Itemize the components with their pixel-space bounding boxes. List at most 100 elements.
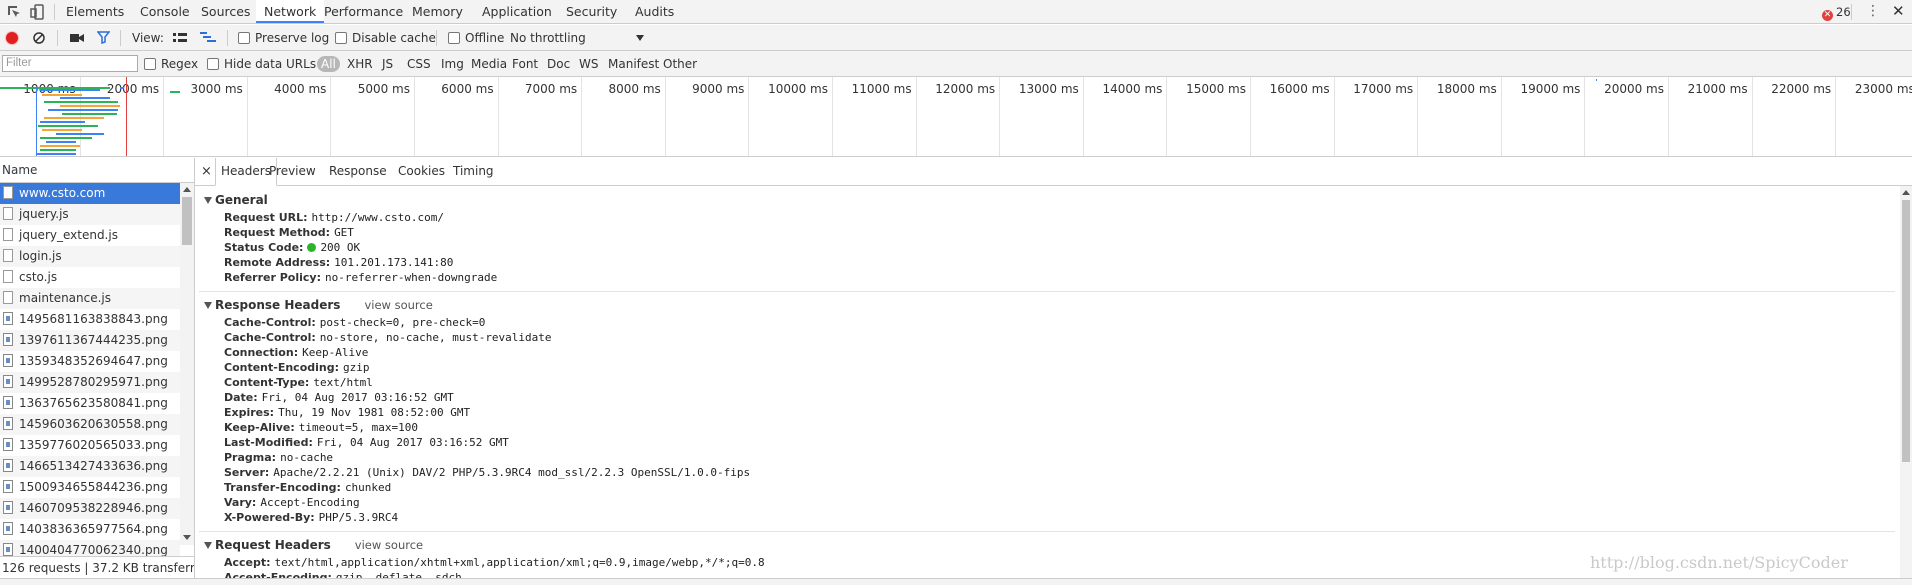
request-row[interactable]: maintenance.js bbox=[0, 288, 180, 309]
checkbox-box[interactable] bbox=[448, 32, 460, 44]
clear-icon[interactable] bbox=[33, 32, 45, 44]
overview-bar bbox=[1596, 79, 1597, 81]
header-row: X-Powered-By: PHP/5.3.9RC4 bbox=[195, 510, 1895, 525]
detail-tab-response[interactable]: Response bbox=[324, 158, 392, 185]
header-value: 101.201.173.141:80 bbox=[334, 256, 454, 269]
filter-type-xhr[interactable]: XHR bbox=[347, 51, 373, 77]
checkbox-box[interactable] bbox=[238, 32, 250, 44]
checkbox-box[interactable] bbox=[335, 32, 347, 44]
filter-input[interactable]: Filter bbox=[2, 55, 138, 72]
request-row[interactable]: 1500934655844236.png bbox=[0, 477, 180, 498]
request-row[interactable]: 1359348352694647.png bbox=[0, 351, 180, 372]
request-headers-section-header[interactable]: Request Headers view source bbox=[195, 535, 1895, 555]
view-source-link[interactable]: view source bbox=[355, 538, 423, 552]
request-row[interactable]: www.csto.com bbox=[0, 183, 180, 204]
request-row[interactable]: 1495681163838843.png bbox=[0, 309, 180, 330]
tab-application[interactable]: Application bbox=[474, 0, 560, 23]
request-name: 1359348352694647.png bbox=[19, 354, 168, 368]
tick-line bbox=[1668, 77, 1669, 156]
request-row[interactable]: jquery_extend.js bbox=[0, 225, 180, 246]
request-row[interactable]: 1400404770062340.png bbox=[0, 540, 180, 556]
request-row[interactable]: login.js bbox=[0, 246, 180, 267]
regex-checkbox[interactable]: Regex bbox=[144, 51, 198, 77]
request-row[interactable]: 1363765623580841.png bbox=[0, 393, 180, 414]
error-count-badge[interactable]: ✕ 26 bbox=[1822, 4, 1851, 21]
tab-console[interactable]: Console bbox=[132, 0, 198, 23]
request-row[interactable]: 1499528780295971.png bbox=[0, 372, 180, 393]
inspect-element-icon[interactable] bbox=[6, 4, 22, 20]
overview-bar bbox=[42, 129, 82, 131]
filter-type-other[interactable]: Other bbox=[663, 51, 697, 77]
capture-screenshots-icon[interactable] bbox=[70, 33, 84, 43]
view-source-link[interactable]: view source bbox=[364, 298, 432, 312]
scroll-up-icon[interactable] bbox=[1902, 190, 1910, 195]
close-devtools-icon[interactable]: ✕ bbox=[1892, 2, 1905, 20]
filter-type-media[interactable]: Media bbox=[471, 51, 507, 77]
tab-memory[interactable]: Memory bbox=[404, 0, 471, 23]
checkbox-box[interactable] bbox=[207, 58, 219, 70]
header-value: post-check=0, pre-check=0 bbox=[319, 316, 486, 329]
request-row[interactable]: 1359776020565033.png bbox=[0, 435, 180, 456]
disable-cache-checkbox[interactable]: Disable cache bbox=[335, 25, 436, 51]
overview-bar bbox=[38, 125, 98, 127]
header-name: Expires: bbox=[224, 406, 275, 419]
request-row[interactable]: jquery.js bbox=[0, 204, 180, 225]
tab-security[interactable]: Security bbox=[558, 0, 625, 23]
filter-type-img[interactable]: Img bbox=[441, 51, 464, 77]
tick-line bbox=[1584, 77, 1586, 156]
detail-tab-preview[interactable]: Preview bbox=[264, 158, 321, 185]
throttling-select[interactable]: No throttling bbox=[510, 25, 645, 51]
name-column-header[interactable]: Name bbox=[0, 158, 194, 183]
preserve-log-checkbox[interactable]: Preserve log bbox=[238, 25, 329, 51]
filter-type-css[interactable]: CSS bbox=[407, 51, 431, 77]
image-file-icon bbox=[3, 522, 13, 535]
device-toolbar-icon[interactable] bbox=[30, 4, 46, 20]
request-name: jquery_extend.js bbox=[19, 228, 118, 242]
record-button[interactable] bbox=[6, 32, 18, 44]
request-row[interactable]: csto.js bbox=[0, 267, 180, 288]
header-name: Request URL: bbox=[224, 211, 308, 224]
filter-type-doc[interactable]: Doc bbox=[547, 51, 570, 77]
scroll-up-icon[interactable] bbox=[183, 187, 191, 192]
details-scroll-thumb[interactable] bbox=[1902, 200, 1910, 462]
request-row[interactable]: 1466513427433636.png bbox=[0, 456, 180, 477]
tab-elements[interactable]: Elements bbox=[58, 0, 132, 23]
large-rows-icon[interactable] bbox=[173, 33, 187, 43]
filter-type-manifest[interactable]: Manifest bbox=[608, 51, 659, 77]
request-row[interactable]: 1460709538228946.png bbox=[0, 498, 180, 519]
hide-data-urls-label: Hide data URLs bbox=[224, 57, 317, 71]
network-overview[interactable]: 1000 ms2000 ms3000 ms4000 ms5000 ms6000 … bbox=[0, 77, 1912, 157]
filter-type-all[interactable]: All bbox=[317, 56, 340, 72]
request-row[interactable]: 1459603620630558.png bbox=[0, 414, 180, 435]
tab-sources[interactable]: Sources bbox=[193, 0, 258, 23]
request-row[interactable]: 1403836365977564.png bbox=[0, 519, 180, 540]
filter-type-js[interactable]: JS bbox=[382, 51, 393, 77]
general-section-header[interactable]: General bbox=[195, 190, 1895, 210]
detail-tab-cookies[interactable]: Cookies bbox=[393, 158, 450, 185]
request-name: jquery.js bbox=[19, 207, 69, 221]
tab-audits[interactable]: Audits bbox=[627, 0, 682, 23]
overview-marker bbox=[126, 77, 127, 156]
close-detail-icon[interactable]: × bbox=[196, 158, 217, 185]
request-list-scroll-thumb[interactable] bbox=[182, 197, 192, 245]
waterfall-view-icon[interactable] bbox=[200, 32, 216, 44]
offline-checkbox[interactable]: Offline bbox=[448, 25, 504, 51]
header-name: Content-Encoding: bbox=[224, 361, 340, 374]
hide-data-urls-checkbox[interactable]: Hide data URLs bbox=[207, 51, 316, 77]
request-name: 1466513427433636.png bbox=[19, 459, 168, 473]
header-row: Request Method: GET bbox=[195, 225, 1895, 240]
scroll-down-icon[interactable] bbox=[183, 535, 191, 540]
overview-bar bbox=[62, 113, 117, 115]
filter-type-ws[interactable]: WS bbox=[579, 51, 598, 77]
filter-type-font[interactable]: Font bbox=[512, 51, 538, 77]
request-row[interactable]: 1397611367444235.png bbox=[0, 330, 180, 351]
checkbox-box[interactable] bbox=[144, 58, 156, 70]
header-row: Content-Encoding: gzip bbox=[195, 360, 1895, 375]
tab-network[interactable]: Network bbox=[256, 0, 325, 23]
detail-tab-timing[interactable]: Timing bbox=[448, 158, 499, 185]
more-options-icon[interactable]: ⋮ bbox=[1866, 3, 1880, 19]
filter-icon[interactable] bbox=[97, 31, 110, 44]
response-headers-section-header[interactable]: Response Headers view source bbox=[195, 295, 1895, 315]
header-row: Referrer Policy: no-referrer-when-downgra… bbox=[195, 270, 1895, 285]
tab-performance[interactable]: Performance bbox=[316, 0, 411, 23]
